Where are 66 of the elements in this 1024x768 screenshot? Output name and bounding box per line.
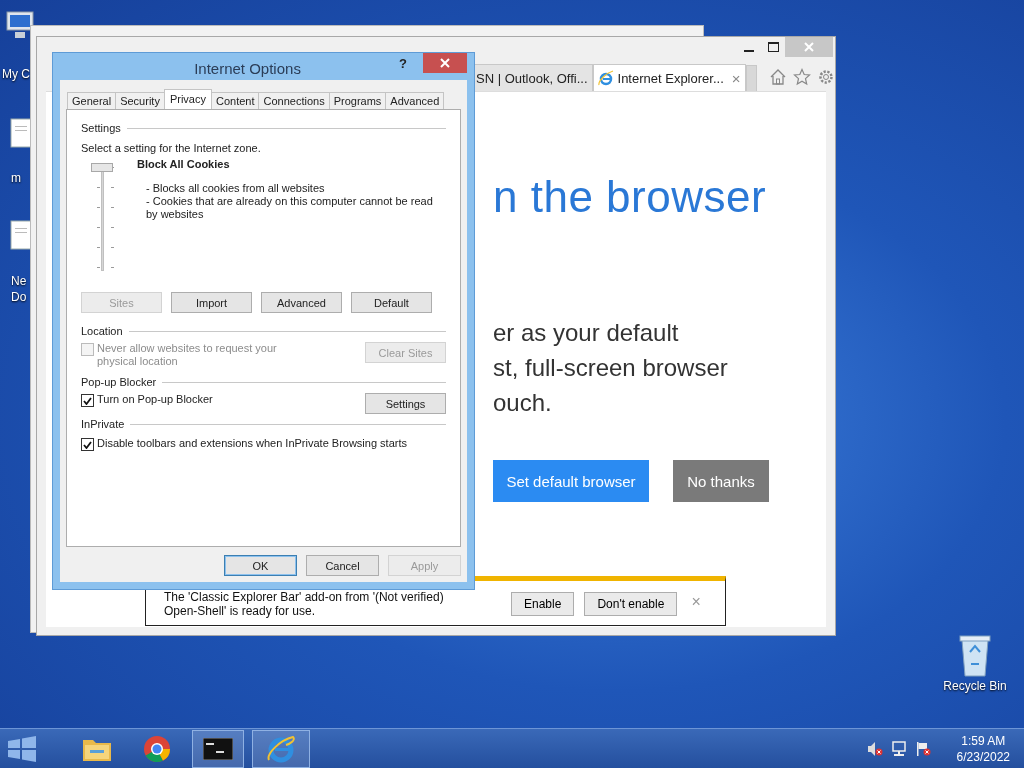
section-heading: Location [81, 325, 123, 337]
document-icon[interactable] [10, 220, 32, 250]
dialog-button[interactable]: Cancel [306, 555, 379, 576]
clock-time[interactable]: 1:59 AM [961, 732, 1006, 749]
icon-label: Ne Do [11, 273, 27, 305]
icon-label: m [11, 170, 21, 186]
privacy-level-name: Block All Cookies [137, 158, 231, 170]
console-icon[interactable] [203, 737, 233, 760]
ie-icon[interactable] [266, 733, 296, 764]
settings-icon[interactable] [817, 68, 835, 86]
body-text: st, full-screen browser [493, 353, 729, 383]
close-icon [804, 42, 814, 52]
close-icon [440, 58, 450, 68]
network-icon[interactable] [890, 740, 907, 757]
prompt-text: Select a setting for the Internet zone. [81, 142, 262, 154]
dialog-title: Internet Options [193, 60, 302, 77]
enable-button[interactable]: Enable [511, 592, 575, 616]
body-text: er as your default [493, 318, 680, 348]
muted-speaker-icon[interactable] [866, 740, 883, 757]
checkmark-icon [83, 440, 92, 449]
browser-tab[interactable]: Internet Explorer... × [592, 64, 746, 91]
close-button[interactable] [423, 53, 467, 73]
page-headline: n the browser [493, 172, 768, 222]
dialog-tab[interactable]: Programs [328, 92, 387, 109]
dialog-button[interactable]: Settings [365, 393, 446, 414]
home-icon[interactable] [769, 68, 787, 86]
document-icon[interactable] [10, 118, 32, 148]
dialog-button[interactable]: Default [351, 292, 432, 313]
description-text: - Cookies that are already on this computer cannot be read by websites [146, 195, 434, 221]
icon-label: My C [2, 66, 30, 82]
icon-label: Recycle Bin [943, 678, 1007, 694]
help-button[interactable]: ? [395, 56, 411, 71]
tab-close-icon[interactable]: × [731, 69, 741, 87]
dialog-tab[interactable]: General [67, 92, 117, 109]
computer-icon[interactable] [6, 10, 34, 40]
slider-thumb[interactable] [91, 163, 113, 172]
dialog-button[interactable]: Advanced [261, 292, 342, 313]
dialog-tab[interactable]: Privacy [163, 89, 212, 109]
dont-enable-button[interactable]: Don't enable [584, 592, 678, 616]
checkbox-label[interactable]: Turn on Pop-up Blocker [97, 393, 213, 406]
notification-text: The 'Classic Explorer Bar' add-on from '(Not verified) [164, 590, 445, 604]
checkmark-icon [83, 396, 92, 405]
maximize-icon [767, 42, 779, 52]
clock-date[interactable]: 6/23/2022 [956, 748, 1010, 765]
taskbar-button[interactable] [192, 729, 244, 768]
section-heading: Pop-up Blocker [81, 376, 157, 388]
flag-icon[interactable] [914, 740, 931, 757]
dialog-tab[interactable]: Security [115, 92, 165, 109]
recycle-bin-icon[interactable] [958, 632, 992, 678]
windows-logo-icon [6, 734, 38, 763]
chrome-icon[interactable] [143, 734, 171, 763]
description-text: - Blocks all cookies from all websites [146, 182, 326, 195]
dialog-button[interactable]: OK [224, 555, 297, 576]
checkbox[interactable] [81, 438, 94, 451]
ie-icon [597, 70, 614, 86]
decline-button[interactable]: No thanks [673, 460, 769, 502]
minimize-icon [744, 50, 754, 52]
dialog-tab[interactable]: Advanced [385, 92, 445, 109]
checkbox[interactable] [81, 394, 94, 407]
star-icon[interactable] [793, 68, 811, 86]
dialog-button[interactable]: Import [171, 292, 252, 313]
body-text: ouch. [493, 388, 553, 418]
section-heading: InPrivate [81, 418, 125, 430]
checkbox-label[interactable]: Disable toolbars and extensions when InPrivate Browsing starts [97, 437, 407, 450]
section-heading: Settings [81, 122, 121, 134]
notification-text: Open-Shell' is ready for use. [164, 604, 317, 618]
